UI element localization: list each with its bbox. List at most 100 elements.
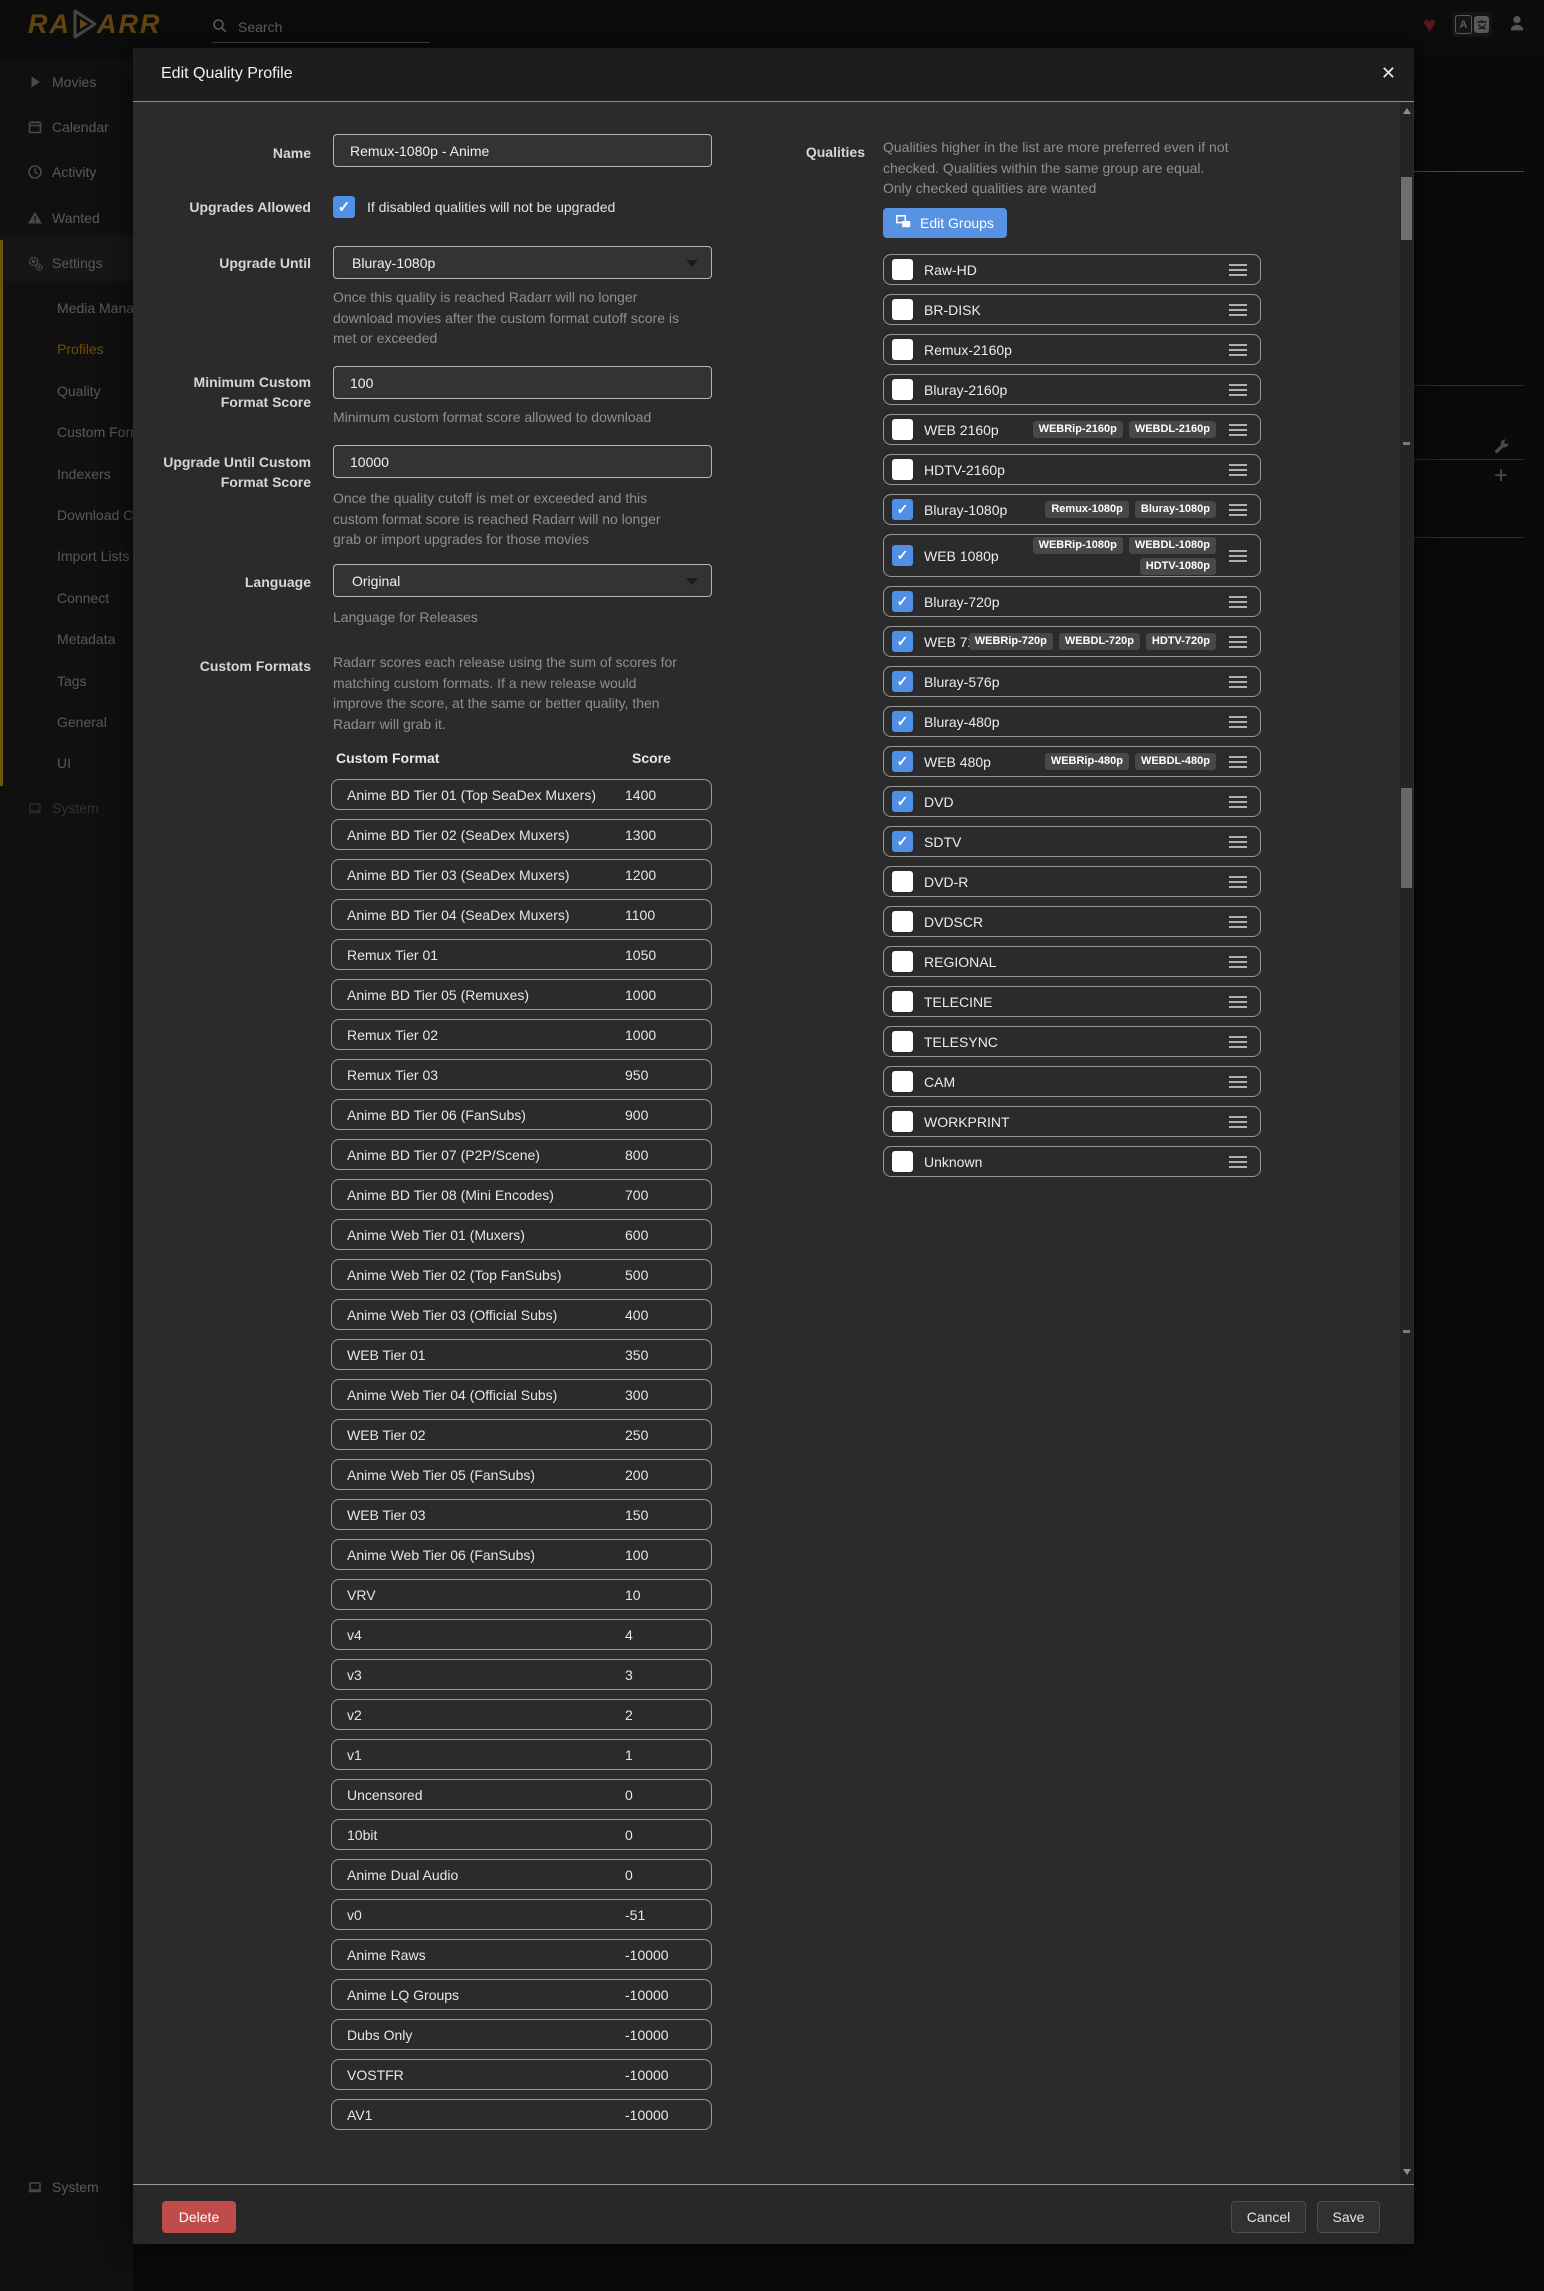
quality-row[interactable]: ✓DVD [883,786,1261,817]
format-score-input[interactable]: 3 [625,1667,633,1683]
quality-row[interactable]: ✓WEB 720pWEBRip-720pWEBDL-720pHDTV-720p [883,626,1261,657]
quality-checkbox[interactable] [892,951,913,972]
quality-row[interactable]: Raw-HD [883,254,1261,285]
format-score-input[interactable]: 0 [625,1827,633,1843]
quality-row[interactable]: ✓Bluray-1080pRemux-1080pBluray-1080p [883,494,1261,525]
upgrade-until-select[interactable]: Bluray-1080p [333,246,712,279]
quality-row[interactable]: REGIONAL [883,946,1261,977]
quality-row[interactable]: Remux-2160p [883,334,1261,365]
drag-handle-icon[interactable] [1229,716,1247,728]
delete-button[interactable]: Delete [162,2201,236,2233]
format-score-input[interactable]: -10000 [625,2107,669,2123]
format-score-input[interactable]: 150 [625,1507,648,1523]
quality-checkbox[interactable] [892,459,913,480]
quality-checkbox[interactable] [892,379,913,400]
format-score-input[interactable]: 1400 [625,787,656,803]
close-icon[interactable]: ✕ [1381,63,1396,84]
name-input[interactable] [333,134,712,167]
upgrades-allowed-checkbox[interactable]: ✓ [333,196,355,218]
drag-handle-icon[interactable] [1229,424,1247,436]
drag-handle-icon[interactable] [1229,756,1247,768]
drag-handle-icon[interactable] [1229,1156,1247,1168]
format-score-input[interactable]: 300 [625,1387,648,1403]
quality-checkbox[interactable]: ✓ [892,591,913,612]
quality-checkbox[interactable]: ✓ [892,545,913,566]
quality-row[interactable]: DVD-R [883,866,1261,897]
format-score-input[interactable]: 250 [625,1427,648,1443]
quality-checkbox[interactable] [892,339,913,360]
drag-handle-icon[interactable] [1229,596,1247,608]
quality-checkbox[interactable] [892,1111,913,1132]
quality-checkbox[interactable]: ✓ [892,831,913,852]
quality-checkbox[interactable] [892,419,913,440]
quality-row[interactable]: Unknown [883,1146,1261,1177]
format-score-input[interactable]: 100 [625,1547,648,1563]
quality-checkbox[interactable] [892,871,913,892]
quality-row[interactable]: WORKPRINT [883,1106,1261,1137]
save-button[interactable]: Save [1317,2201,1380,2233]
scrollbar-thumb[interactable] [1401,788,1412,888]
format-score-input[interactable]: 4 [625,1627,633,1643]
quality-row[interactable]: TELESYNC [883,1026,1261,1057]
format-score-input[interactable]: 500 [625,1267,648,1283]
drag-handle-icon[interactable] [1229,304,1247,316]
scrollbar-thumb[interactable] [1401,177,1412,240]
quality-checkbox[interactable] [892,1071,913,1092]
format-score-input[interactable]: 1000 [625,987,656,1003]
format-score-input[interactable]: 900 [625,1107,648,1123]
format-score-input[interactable]: 1050 [625,947,656,963]
format-score-input[interactable]: 0 [625,1787,633,1803]
drag-handle-icon[interactable] [1229,916,1247,928]
quality-row[interactable]: ✓WEB 1080pWEBRip-1080pWEBDL-1080pHDTV-10… [883,534,1261,577]
format-score-input[interactable]: 1100 [625,907,655,923]
quality-checkbox[interactable]: ✓ [892,631,913,652]
drag-handle-icon[interactable] [1229,996,1247,1008]
quality-row[interactable]: BR-DISK [883,294,1261,325]
quality-checkbox[interactable]: ✓ [892,711,913,732]
drag-handle-icon[interactable] [1229,1116,1247,1128]
drag-handle-icon[interactable] [1229,384,1247,396]
format-score-input[interactable]: 10 [625,1587,641,1603]
format-score-input[interactable]: 0 [625,1867,633,1883]
format-score-input[interactable]: -10000 [625,2067,669,2083]
format-score-input[interactable]: 1000 [625,1027,656,1043]
format-score-input[interactable]: -10000 [625,1947,669,1963]
format-score-input[interactable]: 400 [625,1307,648,1323]
format-score-input[interactable]: -10000 [625,1987,669,2003]
quality-checkbox[interactable] [892,259,913,280]
drag-handle-icon[interactable] [1229,264,1247,276]
quality-checkbox[interactable] [892,911,913,932]
quality-row[interactable]: ✓Bluray-480p [883,706,1261,737]
quality-row[interactable]: TELECINE [883,986,1261,1017]
cancel-button[interactable]: Cancel [1231,2201,1306,2233]
quality-checkbox[interactable]: ✓ [892,791,913,812]
quality-row[interactable]: ✓Bluray-576p [883,666,1261,697]
quality-row[interactable]: DVDSCR [883,906,1261,937]
scroll-down-icon[interactable] [1403,2169,1411,2175]
format-score-input[interactable]: 2 [625,1707,633,1723]
quality-row[interactable]: ✓Bluray-720p [883,586,1261,617]
min-format-score-input[interactable] [333,366,712,399]
drag-handle-icon[interactable] [1229,550,1247,562]
format-score-input[interactable]: 200 [625,1467,648,1483]
drag-handle-icon[interactable] [1229,876,1247,888]
scroll-up-icon[interactable] [1403,108,1411,114]
quality-checkbox[interactable]: ✓ [892,671,913,692]
drag-handle-icon[interactable] [1229,956,1247,968]
drag-handle-icon[interactable] [1229,344,1247,356]
format-score-input[interactable]: 700 [625,1187,648,1203]
format-score-input[interactable]: 600 [625,1227,648,1243]
until-format-score-input[interactable] [333,445,712,478]
quality-checkbox[interactable] [892,299,913,320]
quality-row[interactable]: ✓SDTV [883,826,1261,857]
language-select[interactable]: Original [333,564,712,597]
quality-checkbox[interactable]: ✓ [892,499,913,520]
quality-checkbox[interactable] [892,1031,913,1052]
format-score-input[interactable]: 1200 [625,867,656,883]
format-score-input[interactable]: 1 [625,1747,633,1763]
drag-handle-icon[interactable] [1229,504,1247,516]
edit-groups-button[interactable]: Edit Groups [883,208,1007,238]
quality-checkbox[interactable] [892,1151,913,1172]
drag-handle-icon[interactable] [1229,676,1247,688]
format-score-input[interactable]: 350 [625,1347,648,1363]
